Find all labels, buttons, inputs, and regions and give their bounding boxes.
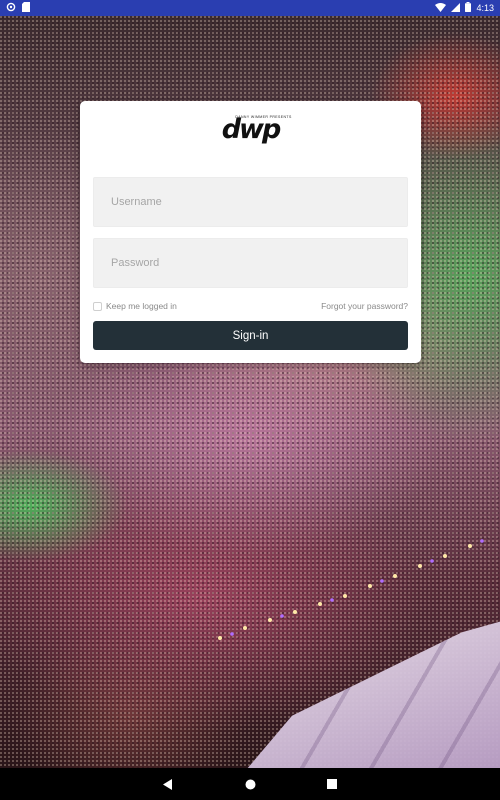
status-right-icons: 4:13 — [435, 2, 494, 14]
signin-button[interactable]: Sign-in — [93, 321, 408, 350]
forgot-password-link[interactable]: Forgot your password? — [321, 301, 408, 311]
remember-me[interactable]: Keep me logged in — [93, 301, 177, 311]
navigation-bar — [0, 768, 500, 800]
battery-icon — [465, 2, 472, 14]
status-left-icons — [6, 2, 30, 14]
status-bar: 4:13 — [0, 0, 500, 16]
remember-me-label: Keep me logged in — [106, 301, 177, 311]
password-field[interactable] — [93, 238, 408, 288]
settings-icon — [6, 2, 16, 14]
sd-card-icon — [22, 2, 30, 14]
login-options-row: Keep me logged in Forgot your password? — [93, 300, 408, 312]
string-lights — [218, 539, 484, 640]
login-card: DANNY WIMMER PRESENTS dwp Keep me logged… — [80, 101, 421, 363]
recents-icon[interactable] — [320, 772, 344, 796]
logo-mark: dwp — [221, 114, 282, 145]
wifi-icon — [435, 2, 447, 14]
dwp-logo: DANNY WIMMER PRESENTS dwp — [80, 114, 421, 145]
back-icon[interactable] — [156, 772, 180, 796]
home-icon[interactable] — [238, 772, 262, 796]
remember-me-checkbox[interactable] — [93, 301, 102, 311]
cellular-icon — [451, 2, 461, 14]
username-field[interactable] — [93, 177, 408, 227]
status-time: 4:13 — [476, 3, 494, 13]
